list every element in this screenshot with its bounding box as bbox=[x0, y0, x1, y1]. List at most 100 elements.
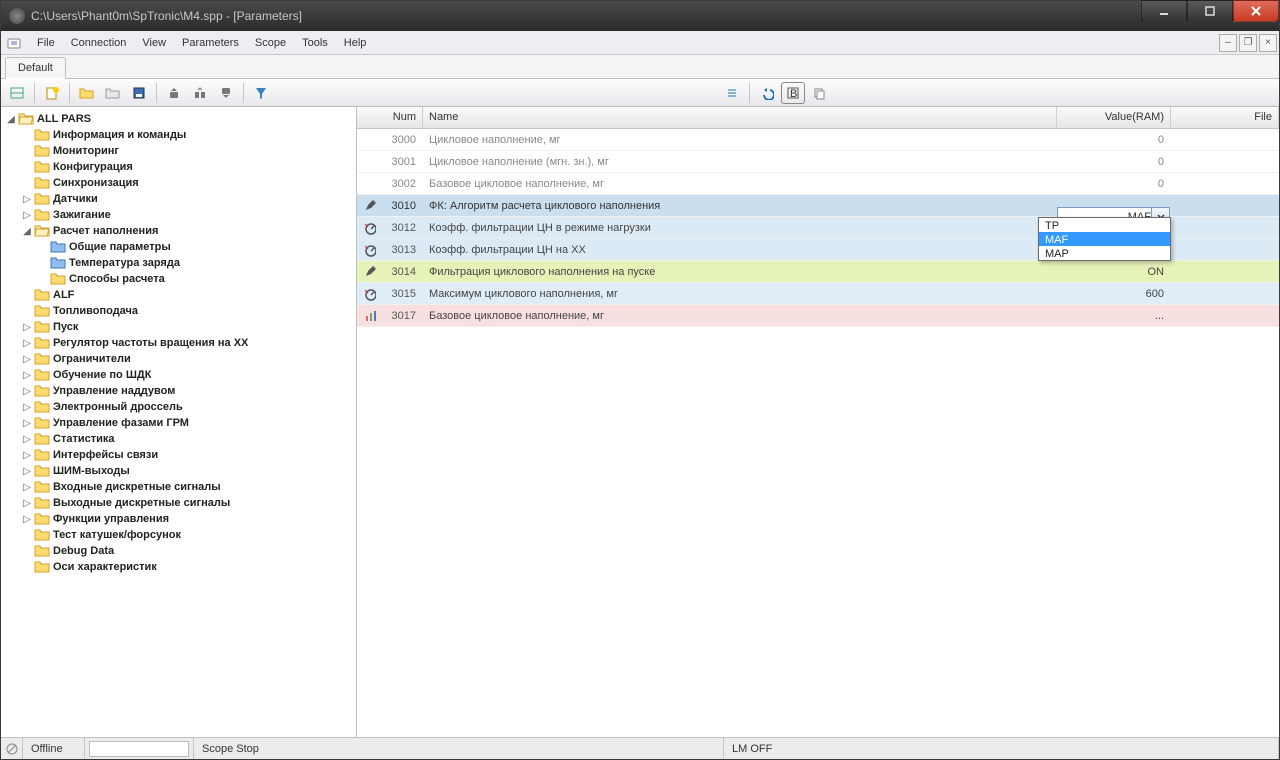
tree-item[interactable]: ▷Статистика bbox=[21, 431, 354, 447]
tree-subitem[interactable]: Способы расчета bbox=[37, 271, 354, 287]
toolbar-download-button[interactable] bbox=[214, 82, 238, 104]
tree-item[interactable]: Конфигурация bbox=[21, 159, 354, 175]
expand-icon[interactable]: ▷ bbox=[21, 321, 33, 333]
column-value[interactable]: Value(RAM) bbox=[1057, 107, 1171, 128]
tree-item[interactable]: ▷Датчики bbox=[21, 191, 354, 207]
toolbar-list-button[interactable] bbox=[720, 82, 744, 104]
tree-item[interactable]: ▷Пуск bbox=[21, 319, 354, 335]
maximize-button[interactable] bbox=[1187, 0, 1233, 22]
folder-icon bbox=[34, 480, 50, 494]
toolbar-save-button[interactable] bbox=[127, 82, 151, 104]
dropdown-option[interactable]: MAF bbox=[1039, 232, 1170, 246]
tree-item-label: Мониторинг bbox=[53, 145, 119, 157]
expand-icon[interactable]: ▷ bbox=[21, 417, 33, 429]
tree-item[interactable]: ▷ШИМ-выходы bbox=[21, 463, 354, 479]
expand-icon[interactable]: ▷ bbox=[21, 401, 33, 413]
column-name[interactable]: Name bbox=[423, 107, 1057, 128]
expand-icon[interactable]: ▷ bbox=[21, 385, 33, 397]
expand-icon[interactable]: ▷ bbox=[21, 209, 33, 221]
row-num: 3002 bbox=[383, 178, 423, 190]
tree-item[interactable]: Топливоподача bbox=[21, 303, 354, 319]
column-num[interactable]: Num bbox=[357, 107, 423, 128]
dropdown-option[interactable]: MAP bbox=[1039, 246, 1170, 260]
toolbar-collapse-button[interactable] bbox=[5, 82, 29, 104]
expand-icon[interactable]: ▷ bbox=[21, 337, 33, 349]
toolbar-new-button[interactable] bbox=[40, 82, 64, 104]
menu-view[interactable]: View bbox=[134, 34, 174, 52]
tree-item[interactable]: ▷Функции управления bbox=[21, 511, 354, 527]
expand-icon[interactable]: ▷ bbox=[21, 433, 33, 445]
tree-item[interactable]: Тест катушек/форсунок bbox=[21, 527, 354, 543]
tree-item[interactable]: ALF bbox=[21, 287, 354, 303]
tree-item[interactable]: ▷Управление наддувом bbox=[21, 383, 354, 399]
expand-icon[interactable]: ◢ bbox=[5, 113, 17, 125]
window-title: C:\Users\Phant0m\SpTronic\M4.spp - [Para… bbox=[31, 9, 1141, 23]
tree-item[interactable]: Debug Data bbox=[21, 543, 354, 559]
tree-item[interactable]: Информация и команды bbox=[21, 127, 354, 143]
tree-item[interactable]: ▷Электронный дроссель bbox=[21, 399, 354, 415]
toolbar-open-button[interactable] bbox=[75, 82, 99, 104]
tree-item[interactable]: Мониторинг bbox=[21, 143, 354, 159]
tree-subitem[interactable]: Температура заряда bbox=[37, 255, 354, 271]
toolbar-open2-button[interactable] bbox=[101, 82, 125, 104]
menu-parameters[interactable]: Parameters bbox=[174, 34, 247, 52]
tree-item[interactable]: Оси характеристик bbox=[21, 559, 354, 575]
dropdown-option[interactable]: TP bbox=[1039, 218, 1170, 232]
tree-subitem[interactable]: Общие параметры bbox=[37, 239, 354, 255]
tree-root-label: ALL PARS bbox=[37, 113, 91, 125]
tree-item[interactable]: ▷Входные дискретные сигналы bbox=[21, 479, 354, 495]
tab-default[interactable]: Default bbox=[5, 57, 66, 79]
expand-icon[interactable]: ▷ bbox=[21, 465, 33, 477]
tree-item[interactable]: ▷Выходные дискретные сигналы bbox=[21, 495, 354, 511]
folder-icon bbox=[34, 368, 50, 382]
expand-icon[interactable]: ▷ bbox=[21, 497, 33, 509]
toolbar-undo-button[interactable] bbox=[755, 82, 779, 104]
expand-icon[interactable]: ▷ bbox=[21, 513, 33, 525]
tree-item[interactable]: ▷Зажигание bbox=[21, 207, 354, 223]
expand-icon[interactable]: ▷ bbox=[21, 193, 33, 205]
tree-item[interactable]: Синхронизация bbox=[21, 175, 354, 191]
minimize-button[interactable] bbox=[1141, 0, 1187, 22]
menu-help[interactable]: Help bbox=[336, 34, 375, 52]
toolbar-compare-button[interactable] bbox=[188, 82, 212, 104]
row-value: 0 bbox=[1057, 134, 1171, 146]
tree-pane[interactable]: ◢ ALL PARS Информация и команды Мониторинг К… bbox=[1, 107, 357, 737]
mdi-close-button[interactable]: × bbox=[1259, 34, 1277, 52]
expand-icon[interactable]: ▷ bbox=[21, 353, 33, 365]
table-row[interactable]: 3015Максимум циклового наполнения, мг600 bbox=[357, 283, 1279, 305]
table-row[interactable]: 3000Цикловое наполнение, мг0 bbox=[357, 129, 1279, 151]
toolbar-upload-button[interactable] bbox=[162, 82, 186, 104]
tree-item[interactable]: ▷Управление фазами ГРМ bbox=[21, 415, 354, 431]
row-icon bbox=[357, 264, 383, 280]
toolbar-marked-button[interactable]: B bbox=[781, 82, 805, 104]
table-row[interactable]: 3001Цикловое наполнение (мгн. зн.), мг0 bbox=[357, 151, 1279, 173]
tree-item[interactable]: ◢Расчет наполнения bbox=[21, 223, 354, 239]
close-button[interactable] bbox=[1233, 0, 1279, 22]
mdi-restore-button[interactable]: ❐ bbox=[1239, 34, 1257, 52]
toolbar-copy-button[interactable] bbox=[807, 82, 831, 104]
dropdown-list[interactable]: TPMAFMAP bbox=[1038, 217, 1171, 261]
folder-icon bbox=[18, 112, 34, 126]
menu-connection[interactable]: Connection bbox=[63, 34, 135, 52]
expand-icon[interactable]: ◢ bbox=[21, 225, 33, 237]
menu-tools[interactable]: Tools bbox=[294, 34, 336, 52]
expand-icon[interactable]: ▷ bbox=[21, 449, 33, 461]
grid-body[interactable]: 3000Цикловое наполнение, мг03001Цикловое… bbox=[357, 129, 1279, 737]
expand-icon[interactable]: ▷ bbox=[21, 369, 33, 381]
table-row[interactable]: 3010ФК: Алгоритм расчета циклового напол… bbox=[357, 195, 1279, 217]
menu-file[interactable]: File bbox=[29, 34, 63, 52]
tree-item[interactable]: ▷Обучение по ШДК bbox=[21, 367, 354, 383]
tree-item[interactable]: ▷Ограничители bbox=[21, 351, 354, 367]
menu-scope[interactable]: Scope bbox=[247, 34, 294, 52]
tree-item[interactable]: ▷Регулятор частоты вращения на ХХ bbox=[21, 335, 354, 351]
table-row[interactable]: 3017Базовое цикловое наполнение, мг... bbox=[357, 305, 1279, 327]
mdi-minimize-button[interactable]: – bbox=[1219, 34, 1237, 52]
tree-item[interactable]: ▷Интерфейсы связи bbox=[21, 447, 354, 463]
mdi-app-icon[interactable] bbox=[3, 32, 25, 54]
column-file[interactable]: File bbox=[1171, 107, 1279, 128]
table-row[interactable]: 3002Базовое цикловое наполнение, мг0 bbox=[357, 173, 1279, 195]
toolbar-filter-button[interactable] bbox=[249, 82, 273, 104]
table-row[interactable]: 3014Фильтрация циклового наполнения на п… bbox=[357, 261, 1279, 283]
expand-icon[interactable]: ▷ bbox=[21, 481, 33, 493]
tree-root[interactable]: ◢ ALL PARS bbox=[5, 111, 354, 127]
